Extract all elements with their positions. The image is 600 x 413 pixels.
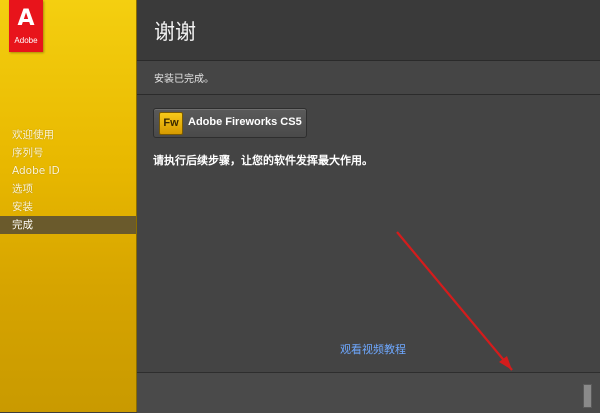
step-serial-number: 序列号 (12, 147, 44, 159)
product-name: Adobe Fireworks CS5 (188, 116, 302, 128)
adobe-logo: A Adobe (9, 0, 43, 52)
step-complete: 完成 (0, 216, 137, 234)
install-steps: 欢迎使用 序列号 Adobe ID 选项 安装 完成 (0, 126, 137, 234)
next-steps-text: 请执行后续步骤，让您的软件发挥最大作用。 (153, 154, 373, 167)
sidebar: A Adobe 欢迎使用 序列号 Adobe ID 选项 安装 完成 (0, 0, 137, 412)
step-adobe-id: Adobe ID (12, 165, 60, 177)
product-badge: Fw Adobe Fireworks CS5 (153, 108, 307, 138)
fireworks-icon: Fw (159, 112, 183, 135)
footer-bar (137, 372, 600, 413)
adobe-logo-mark: A (17, 6, 35, 31)
resize-handle[interactable] (583, 384, 592, 408)
main-panel: 谢谢 安装已完成。 Fw Adobe Fireworks CS5 请执行后续步骤… (137, 0, 600, 413)
content-area: Fw Adobe Fireworks CS5 请执行后续步骤，让您的软件发挥最大… (137, 95, 600, 372)
step-options: 选项 (12, 183, 33, 195)
page-title: 谢谢 (154, 20, 196, 44)
step-welcome: 欢迎使用 (12, 129, 54, 141)
step-install: 安装 (12, 201, 33, 213)
header: 谢谢 (137, 0, 600, 61)
adobe-logo-text: Adobe (14, 36, 38, 45)
status-bar: 安装已完成。 (137, 61, 600, 95)
install-status-text: 安装已完成。 (154, 74, 214, 85)
watch-video-tutorial-link[interactable]: 观看视频教程 (340, 341, 406, 357)
